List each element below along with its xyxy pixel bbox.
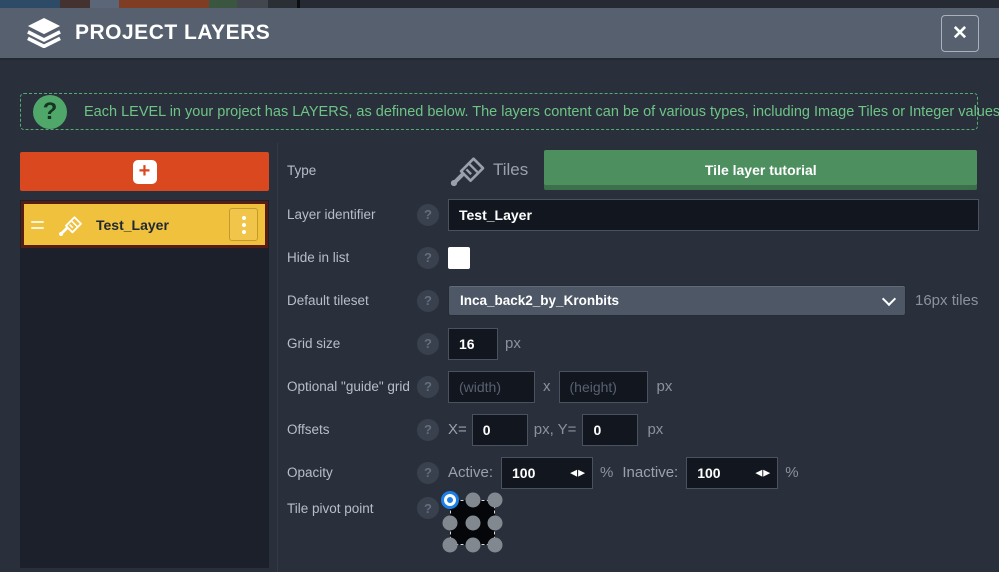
layer-name: Test_Layer: [96, 217, 169, 233]
chevron-down-icon: [882, 291, 896, 305]
opacity-label: Opacity: [287, 465, 417, 480]
app-strip-segment: [90, 0, 119, 8]
layer-settings-form: Type Tiles Tile layer tutorial Layer ide…: [287, 147, 992, 564]
offset-y-input[interactable]: [582, 414, 638, 446]
opacity-help-icon[interactable]: ?: [417, 462, 439, 484]
panel-divider: [277, 143, 278, 572]
paintbrush-icon: [57, 212, 83, 238]
offsets-help-icon[interactable]: ?: [417, 419, 439, 441]
opacity-row: Opacity ? Active: ◀▶ % Inactive: ◀▶ %: [287, 451, 992, 494]
layer-menu-button[interactable]: [229, 208, 258, 241]
add-layer-button[interactable]: +: [20, 152, 269, 191]
tileset-size-suffix: 16px tiles: [915, 292, 978, 309]
hide-in-list-help-icon[interactable]: ?: [417, 247, 439, 269]
tiles-type-icon: [448, 151, 486, 189]
layer-list-panel: Test_Layer: [20, 200, 269, 568]
app-strip-segment: [237, 0, 268, 8]
default-tileset-row: Default tileset ? Inca_back2_by_Kronbits…: [287, 279, 992, 322]
opacity-active-input[interactable]: [501, 457, 593, 489]
offset-x-input[interactable]: [472, 414, 528, 446]
default-tileset-help-icon[interactable]: ?: [417, 290, 439, 312]
pivot-middle-left-button[interactable]: [443, 515, 458, 530]
guide-grid-row: Optional "guide" grid ? x px: [287, 365, 992, 408]
help-notice: ? Each LEVEL in your project has LAYERS,…: [20, 93, 978, 130]
pivot-middle-right-button[interactable]: [488, 515, 503, 530]
pivot-bottom-right-button[interactable]: [488, 538, 503, 553]
guide-grid-help-icon[interactable]: ?: [417, 376, 439, 398]
grid-size-input[interactable]: [448, 328, 498, 360]
layer-list-item-test-layer[interactable]: Test_Layer: [21, 201, 268, 248]
default-tileset-select[interactable]: Inca_back2_by_Kronbits: [448, 285, 906, 316]
app-strip-segment: [0, 0, 60, 8]
app-strip-segment: [119, 0, 209, 8]
app-strip-segment: [209, 0, 237, 8]
offsets-unit: px: [647, 421, 663, 438]
background-app-strip: [0, 0, 999, 8]
offset-x-prefix: X=: [448, 421, 467, 438]
offsets-label: Offsets: [287, 422, 417, 437]
help-question-icon: ?: [33, 95, 67, 129]
close-icon: ✕: [952, 23, 968, 44]
app-strip-segment: [60, 0, 90, 8]
layer-identifier-row: Layer identifier ?: [287, 193, 992, 236]
pivot-top-center-button[interactable]: [465, 493, 480, 508]
layer-identifier-help-icon[interactable]: ?: [417, 204, 439, 226]
kebab-icon: [242, 216, 246, 234]
default-tileset-label: Default tileset: [287, 293, 417, 308]
layer-identifier-input[interactable]: [448, 199, 979, 231]
grid-size-label: Grid size: [287, 336, 417, 351]
tile-pivot-label: Tile pivot point: [287, 501, 417, 516]
dialog-header: PROJECT LAYERS ✕: [0, 8, 999, 60]
opacity-inactive-input[interactable]: [686, 457, 778, 489]
app-strip-segment: [268, 0, 297, 8]
opacity-inactive-label: Inactive:: [622, 464, 678, 481]
pivot-top-right-button[interactable]: [488, 493, 503, 508]
grid-size-unit: px: [505, 335, 521, 352]
hide-in-list-checkbox[interactable]: [448, 247, 470, 269]
guide-grid-height-input[interactable]: [559, 371, 648, 403]
app-strip-segment: [300, 0, 999, 8]
help-notice-text: Each LEVEL in your project has LAYERS, a…: [84, 104, 999, 120]
dialog-title: PROJECT LAYERS: [75, 21, 270, 45]
tile-pivot-help-icon[interactable]: ?: [417, 497, 439, 519]
pivot-center-button[interactable]: [465, 515, 480, 530]
close-button[interactable]: ✕: [941, 15, 979, 52]
pivot-top-left-button[interactable]: [444, 494, 456, 506]
pivot-bottom-left-button[interactable]: [443, 538, 458, 553]
opacity-inactive-stepper: ◀▶: [686, 457, 778, 489]
tile-layer-tutorial-button[interactable]: Tile layer tutorial: [544, 150, 977, 190]
opacity-active-stepper: ◀▶: [501, 457, 593, 489]
tile-pivot-widget: [450, 500, 495, 545]
pivot-bottom-center-button[interactable]: [465, 538, 480, 553]
grid-size-row: Grid size ? px: [287, 322, 992, 365]
guide-grid-separator: x: [543, 378, 551, 395]
guide-grid-unit: px: [657, 378, 673, 395]
opacity-inactive-unit: %: [785, 464, 798, 481]
type-row: Type Tiles Tile layer tutorial: [287, 147, 992, 193]
layers-icon: [26, 18, 62, 48]
hide-in-list-row: Hide in list ?: [287, 236, 992, 279]
guide-grid-label: Optional "guide" grid: [287, 379, 417, 394]
hide-in-list-label: Hide in list: [287, 250, 417, 265]
default-tileset-value: Inca_back2_by_Kronbits: [460, 293, 619, 308]
tile-pivot-row: Tile pivot point ?: [287, 494, 992, 564]
guide-grid-width-input[interactable]: [448, 371, 535, 403]
layer-type-value: Tiles: [493, 160, 528, 180]
grid-size-help-icon[interactable]: ?: [417, 333, 439, 355]
offset-y-prefix: px, Y=: [534, 421, 577, 438]
layer-identifier-label: Layer identifier: [287, 207, 417, 222]
type-label: Type: [287, 163, 417, 178]
opacity-active-label: Active:: [448, 464, 493, 481]
drag-handle-icon[interactable]: [31, 221, 44, 229]
plus-icon: +: [133, 160, 157, 184]
opacity-active-unit: %: [600, 464, 613, 481]
offsets-row: Offsets ? X= px, Y= px: [287, 408, 992, 451]
